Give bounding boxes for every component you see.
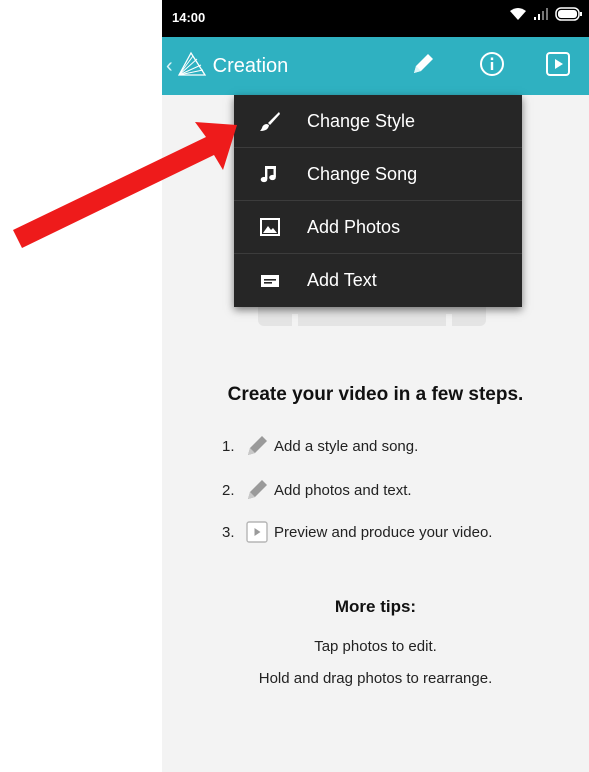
annotation-arrow: [13, 122, 237, 248]
